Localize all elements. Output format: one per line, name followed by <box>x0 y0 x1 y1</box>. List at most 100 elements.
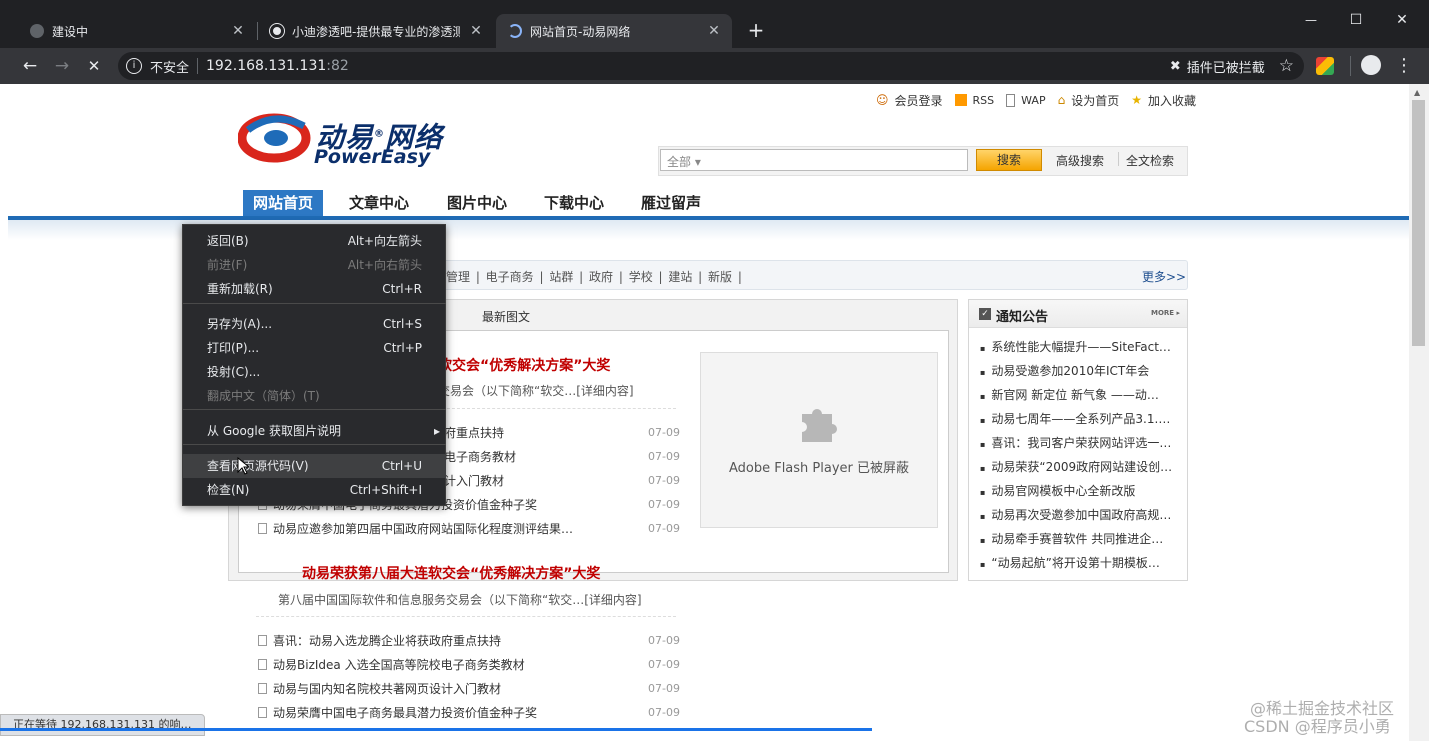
context-menu-item[interactable]: 查看网页源代码(V) Ctrl+U <box>183 454 446 478</box>
context-menu-item[interactable]: 打印(P)... Ctrl+P <box>183 336 446 360</box>
plugin-blocked-label[interactable]: 插件已被拦截 <box>1187 57 1265 76</box>
flash-blocked-text: Adobe Flash Player 已被屏蔽 <box>728 461 910 476</box>
back-button[interactable]: ← <box>18 54 42 78</box>
set-home-link[interactable]: 设为首页 <box>1071 92 1119 109</box>
tags-more-link[interactable]: 更多>> <box>1142 268 1186 285</box>
nav-articles[interactable]: 文章中心 <box>334 190 424 216</box>
logo-text-en: PowerEasy <box>314 146 431 168</box>
notice-item[interactable]: “动易起航”将开设第十期模板… <box>980 551 1176 575</box>
stop-loading-button[interactable]: ✕ <box>82 54 106 78</box>
detail-link[interactable]: [详细内容] <box>576 384 633 398</box>
scroll-up-arrow-icon[interactable]: ▲ <box>1414 88 1420 97</box>
news-item[interactable]: 喜讯：动易入选龙腾企业将获政府重点扶持 <box>258 629 501 653</box>
news-item[interactable]: 府重点扶持 <box>444 421 504 445</box>
news-item-title[interactable]: 府重点扶持 <box>444 426 504 440</box>
member-login-link[interactable]: 会员登录 <box>895 92 943 109</box>
news-item-title[interactable]: 动易与国内知名院校共著网页设计入门教材 <box>273 682 501 696</box>
news-item-title[interactable]: 计入门教材 <box>444 474 504 488</box>
tab-close-icon[interactable]: ✕ <box>706 23 722 39</box>
forward-button[interactable]: → <box>50 54 74 78</box>
menu-separator <box>183 409 446 410</box>
news-item[interactable]: 电子商务教材 <box>444 445 516 469</box>
notice-item[interactable]: 动易受邀参加2010年ICT年会 <box>980 359 1176 383</box>
tags-list[interactable]: 管理 | 电子商务 | 站群 | 政府 | 学校 | 建站 | 新版 | <box>446 268 742 285</box>
context-menu-item[interactable]: 从 Google 获取图片说明 ▸ <box>183 419 446 443</box>
nav-downloads[interactable]: 下载中心 <box>529 190 619 216</box>
web-page: ☺ 会员登录 RSS WAP ⌂ 设为首页 ★ 加入收藏 动易®网络 Power… <box>8 84 1409 741</box>
fulltext-search-link[interactable]: 全文检索 <box>1126 152 1174 169</box>
tab-latest-photos[interactable]: 最新图文 <box>482 308 530 325</box>
notice-item[interactable]: 动易七周年——全系列产品3.1.… <box>980 407 1176 431</box>
headline-2[interactable]: 动易荣获第八届大连软交会“优秀解决方案”大奖 <box>302 563 600 583</box>
plugin-blocked-icon[interactable]: ✖ <box>1170 59 1181 74</box>
mouse-cursor-icon <box>237 456 251 475</box>
tab-2-active[interactable]: 网站首页-动易网络 ✕ <box>496 14 732 48</box>
context-menu-item[interactable]: 返回(B) Alt+向左箭头 <box>183 229 446 253</box>
context-menu-item[interactable]: 翻成中文（简体）(T) <box>183 384 446 408</box>
search-button[interactable]: 搜索 <box>976 149 1042 171</box>
minimize-button[interactable]: — <box>1296 8 1326 32</box>
news-item-title[interactable]: 电子商务教材 <box>444 450 516 464</box>
notice-item[interactable]: 动易官网模板中心全新改版 <box>980 479 1176 503</box>
browser-menu-button[interactable]: ⋮ <box>1392 54 1416 78</box>
scrollbar-thumb[interactable] <box>1412 100 1425 346</box>
notice-item[interactable]: 新官网 新定位 新气象 ——动… <box>980 383 1176 407</box>
news-item-title[interactable]: 喜讯：动易入选龙腾企业将获政府重点扶持 <box>273 634 501 648</box>
news-item[interactable]: 动易应邀参加第四届中国政府网站国际化程度测评结果… <box>258 517 573 541</box>
context-menu-item[interactable]: 另存为(A)... Ctrl+S <box>183 312 446 336</box>
tab-close-icon[interactable]: ✕ <box>468 23 484 39</box>
context-menu-item[interactable]: 前进(F) Alt+向右箭头 <box>183 253 446 277</box>
detail-link[interactable]: [详细内容] <box>584 593 641 607</box>
search-scope-select[interactable]: 全部 ▾ <box>667 153 701 170</box>
news-item[interactable]: 计入门教材 <box>444 469 504 493</box>
rss-link[interactable]: RSS <box>973 94 995 107</box>
context-menu: 返回(B) Alt+向左箭头 前进(F) Alt+向右箭头 重新加载(R) Ctrl+R 另… <box>182 224 446 506</box>
nav-home[interactable]: 网站首页 <box>243 190 323 216</box>
context-menu-item[interactable]: 检查(N) Ctrl+Shift+I <box>183 478 446 502</box>
notice-more-link[interactable]: MORE ▸ <box>1151 309 1180 317</box>
add-favorite-link[interactable]: 加入收藏 <box>1148 92 1196 109</box>
address-bar[interactable]: i 不安全 192.168.131.131:82 ✖ 插件已被拦截 ☆ <box>118 52 1304 80</box>
summary-1: 交易会（以下简称“软交…[详细内容] <box>438 384 634 398</box>
notice-item[interactable]: 喜讯：我司客户荣获网站评选一… <box>980 431 1176 455</box>
notice-item[interactable]: 动易牵手赛普软件 共同推进企… <box>980 527 1176 551</box>
globe-icon <box>270 24 284 38</box>
close-window-button[interactable]: ✕ <box>1387 8 1417 32</box>
context-menu-item[interactable]: 投射(C)... <box>183 360 446 384</box>
url-host: 192.168.131.131 <box>206 58 327 74</box>
nav-photos[interactable]: 图片中心 <box>432 190 522 216</box>
news-item-title[interactable]: 动易应邀参加第四届中国政府网站国际化程度测评结果… <box>273 522 573 536</box>
vertical-scrollbar[interactable]: ▲ <box>1409 84 1429 741</box>
advanced-search-link[interactable]: 高级搜索 <box>1056 152 1104 169</box>
globe-gray-icon <box>30 24 44 38</box>
news-item[interactable]: 动易与国内知名院校共著网页设计入门教材 <box>258 677 501 701</box>
notice-item[interactable]: 动易荣获“2009政府网站建设创… <box>980 455 1176 479</box>
extension-icon[interactable] <box>1316 57 1334 75</box>
search-input[interactable]: 全部 ▾ <box>660 149 968 171</box>
news-item[interactable]: 动易荣膺中国电子商务最具潜力投资价值金种子奖 <box>258 701 537 725</box>
info-icon[interactable]: i <box>126 58 142 74</box>
context-menu-item[interactable]: 重新加载(R) Ctrl+R <box>183 277 446 301</box>
notice-item[interactable]: 系统性能大幅提升——SiteFact… <box>980 335 1176 359</box>
poweresay-logo-icon[interactable] <box>237 108 314 164</box>
tab-strip: 建设中 ✕ 小迪渗透吧-提供最专业的渗透测 ✕ 网站首页-动易网络 ✕ + — … <box>0 0 1429 48</box>
news-item-title[interactable]: 动易荣膺中国电子商务最具潜力投资价值金种子奖 <box>273 706 537 720</box>
headline-1[interactable]: 软交会“优秀解决方案”大奖 <box>438 355 610 375</box>
menu-item-shortcut: ▸ <box>433 424 440 438</box>
security-label[interactable]: 不安全 <box>150 57 189 76</box>
tab-close-icon[interactable]: ✕ <box>230 23 246 39</box>
menu-item-label: 另存为(A)... <box>207 317 273 331</box>
tab-0[interactable]: 建设中 ✕ <box>18 14 256 48</box>
wap-link[interactable]: WAP <box>1021 94 1045 107</box>
news-item-title[interactable]: 动易BizIdea 入选全国高等院校电子商务类教材 <box>273 658 525 672</box>
notice-item[interactable]: 动易再次受邀参加中国政府高规… <box>980 503 1176 527</box>
news-item[interactable]: 动易BizIdea 入选全国高等院校电子商务类教材 <box>258 653 525 677</box>
menu-item-shortcut: Ctrl+P <box>383 341 422 355</box>
new-tab-button[interactable]: + <box>744 18 768 42</box>
maximize-button[interactable]: ☐ <box>1341 8 1371 32</box>
bookmark-star-icon[interactable]: ☆ <box>1279 56 1294 76</box>
nav-guestbook[interactable]: 雁过留声 <box>626 190 716 216</box>
loading-spinner-icon <box>508 24 522 38</box>
profile-avatar-icon[interactable] <box>1361 55 1381 75</box>
tab-1[interactable]: 小迪渗透吧-提供最专业的渗透测 ✕ <box>258 14 494 48</box>
